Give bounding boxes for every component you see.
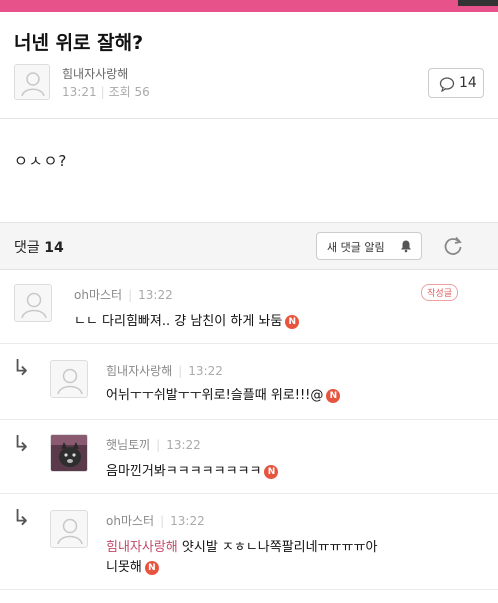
new-comment-notify-button[interactable]: 새 댓글 알림	[316, 232, 422, 260]
comment-body-line2: 니못해	[106, 560, 142, 575]
refresh-icon	[444, 236, 462, 255]
comment-time: 13:22	[170, 514, 205, 528]
comment-time: 13:22	[166, 438, 201, 452]
post-body: ㅇㅅㅇ?	[14, 152, 68, 170]
meta-separator: |	[156, 438, 161, 452]
reply-arrow-icon: ↳	[12, 506, 31, 531]
comment-body: 음마낀거봐ㅋㅋㅋㅋㅋㅋㅋㅋ	[106, 464, 262, 479]
bell-icon	[401, 240, 411, 253]
comment-author[interactable]: oh마스터	[106, 514, 154, 528]
meta-separator: |	[128, 288, 133, 302]
default-avatar-icon	[21, 292, 47, 319]
comment-text: ㄴㄴ 다리힘빠져.. 걍 남친이 하게 놔둠 N	[74, 312, 300, 332]
post-title: 너넨 위로 잘해?	[14, 32, 144, 54]
top-dark-strip	[458, 0, 498, 6]
new-badge: N	[285, 314, 300, 329]
meta-separator: |	[178, 364, 183, 378]
reply-item: ↳ 힘내자사랑해 | 13:22 어뉘ㅜㅜ쉬발ㅜㅜ위로!슬플때 위로!!!@ N	[0, 344, 498, 420]
new-badge: N	[326, 388, 341, 403]
comment-avatar[interactable]	[50, 510, 88, 548]
reply-arrow-icon: ↳	[12, 432, 31, 457]
comment-time: 13:22	[138, 288, 173, 302]
cat-photo-avatar-icon	[51, 435, 87, 471]
comment-author-line: oh마스터 | 13:22	[106, 512, 205, 529]
comments-header: 댓글 14 새 댓글 알림	[0, 222, 498, 270]
refresh-button[interactable]	[440, 233, 466, 259]
comment-time: 13:22	[188, 364, 223, 378]
comment-item: oh마스터 | 13:22 작성글 ㄴㄴ 다리힘빠져.. 걍 남친이 하게 놔둠 N	[0, 270, 498, 344]
comment-author-line: oh마스터 | 13:22	[74, 286, 173, 303]
comment-author-line: 햇님토끼 | 13:22	[106, 436, 201, 453]
reply-arrow-icon: ↳	[12, 356, 31, 381]
comment-text: 힘내자사랑해 얏시발 ㅈㅎㄴ나쪽팔리네ㅠㅠㅠㅠ아니못해 N	[106, 538, 476, 578]
default-avatar-icon	[57, 368, 83, 395]
comment-author[interactable]: oh마스터	[74, 288, 122, 302]
comment-author[interactable]: 힘내자사랑해	[106, 364, 172, 378]
comment-avatar[interactable]	[50, 434, 88, 472]
new-badge: N	[264, 464, 279, 479]
post-views: 조회 56	[108, 85, 150, 99]
notify-label: 새 댓글 알림	[327, 241, 385, 254]
comment-body: ㄴㄴ 다리힘빠져.. 걍 남친이 하게 놔둠	[74, 314, 283, 329]
comments-label-text: 댓글	[14, 240, 40, 256]
comment-author[interactable]: 햇님토끼	[106, 438, 150, 452]
comment-count-button[interactable]: 14	[428, 68, 484, 98]
top-accent-bar	[0, 0, 498, 12]
comments-label: 댓글 14	[14, 237, 64, 257]
default-avatar-icon	[21, 72, 45, 97]
author-avatar[interactable]	[14, 64, 50, 100]
meta-separator: |	[100, 85, 105, 99]
post-time: 13:21	[62, 85, 97, 99]
divider	[0, 118, 498, 119]
writer-tag: 작성글	[421, 284, 458, 301]
post-author-row: 힘내자사랑해 13:21 | 조회 56 14	[14, 64, 484, 104]
reply-item: ↳ 햇님토끼 | 13:22 음마낀거봐ㅋㅋㅋㅋㅋㅋㅋㅋ N	[0, 420, 498, 494]
comment-count: 14	[459, 75, 477, 91]
comment-avatar[interactable]	[50, 360, 88, 398]
comment-text: 어뉘ㅜㅜ쉬발ㅜㅜ위로!슬플때 위로!!!@ N	[106, 386, 341, 406]
comment-text: 음마낀거봐ㅋㅋㅋㅋㅋㅋㅋㅋ N	[106, 462, 279, 482]
comment-body: 어뉘ㅜㅜ쉬발ㅜㅜ위로!슬플때 위로!!!@	[106, 388, 324, 403]
comment-bubble-icon	[439, 77, 455, 92]
comment-avatar[interactable]	[14, 284, 52, 322]
meta-separator: |	[160, 514, 165, 528]
new-badge: N	[144, 560, 159, 575]
post-meta: 13:21 | 조회 56	[62, 83, 150, 100]
default-avatar-icon	[57, 518, 83, 545]
comment-author-line: 힘내자사랑해 | 13:22	[106, 362, 223, 379]
post-author-name[interactable]: 힘내자사랑해	[62, 65, 128, 82]
mention-link[interactable]: 힘내자사랑해	[106, 540, 178, 555]
comment-body: 얏시발 ㅈㅎㄴ나쪽팔리네ㅠㅠㅠㅠ아	[181, 540, 378, 555]
comments-count: 14	[44, 240, 64, 256]
reply-item: ↳ oh마스터 | 13:22 힘내자사랑해 얏시발 ㅈㅎㄴ나쪽팔리네ㅠㅠㅠㅠ아니못…	[0, 494, 498, 590]
